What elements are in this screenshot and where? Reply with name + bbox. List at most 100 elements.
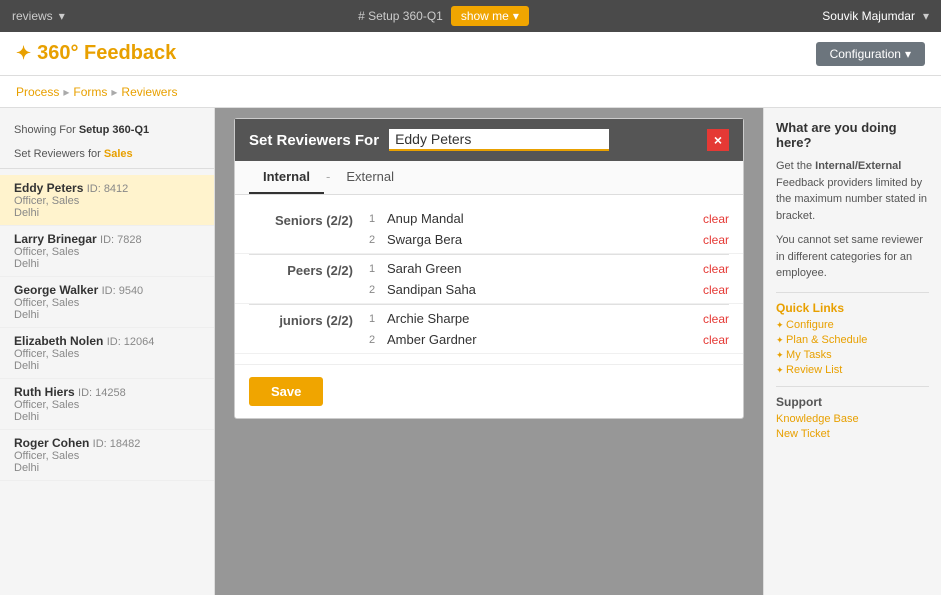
clear-button[interactable]: clear: [703, 212, 729, 226]
reviews-dropdown-icon[interactable]: ▾: [59, 9, 65, 23]
category-name: juniors (2/2): [249, 309, 369, 328]
modal-header-title: Set Reviewers For: [249, 129, 609, 151]
person-name: Elizabeth Nolen ID: 12064: [14, 334, 200, 348]
category-name: Peers (2/2): [249, 259, 369, 278]
employee-name-input[interactable]: [389, 129, 609, 151]
nav-sep-1: ▸: [63, 85, 69, 99]
quick-link[interactable]: Plan & Schedule: [776, 334, 929, 346]
nav-process[interactable]: Process: [16, 85, 59, 99]
entry-name: Amber Gardner: [387, 332, 703, 347]
person-dept: Delhi: [14, 360, 200, 372]
entry-row: 1 Anup Mandal clear: [369, 209, 729, 228]
main-area: Set Reviewers For × Internal - External …: [215, 108, 763, 595]
person-dept: Delhi: [14, 258, 200, 270]
person-name: Larry Brinegar ID: 7828: [14, 232, 200, 246]
reviews-label[interactable]: reviews: [12, 9, 53, 23]
category-row: Seniors (2/2) 1 Anup Mandal clear 2 Swar…: [235, 205, 743, 254]
nav-bar: Process ▸ Forms ▸ Reviewers: [0, 76, 941, 108]
entry-num: 2: [369, 284, 387, 296]
person-role: Officer, Sales: [14, 348, 200, 360]
person-list: Eddy Peters ID: 8412 Officer, Sales Delh…: [0, 175, 214, 481]
tab-external[interactable]: External: [332, 161, 408, 194]
entry-row: 2 Swarga Bera clear: [369, 230, 729, 249]
save-button[interactable]: Save: [249, 377, 323, 406]
quick-link[interactable]: Review List: [776, 364, 929, 376]
entry-row: 2 Amber Gardner clear: [369, 330, 729, 349]
person-role: Officer, Sales: [14, 450, 200, 462]
show-me-dropdown-icon: ▾: [513, 9, 519, 23]
user-dropdown-icon[interactable]: ▾: [923, 9, 929, 23]
main-header: ✦ 360° Feedback Configuration ▾: [0, 32, 941, 76]
quick-links: Configure Plan & Schedule My Tasks Review L…: [776, 319, 929, 376]
modal-close-button[interactable]: ×: [707, 129, 729, 151]
entry-row: 2 Sandipan Saha clear: [369, 280, 729, 299]
clear-button[interactable]: clear: [703, 333, 729, 347]
nav-reviewers[interactable]: Reviewers: [121, 85, 177, 99]
person-role: Officer, Sales: [14, 246, 200, 258]
quick-links-title: Quick Links: [776, 292, 929, 315]
person-name: Eddy Peters ID: 8412: [14, 181, 200, 195]
category-row: Peers (2/2) 1 Sarah Green clear 2 Sandip…: [235, 255, 743, 304]
person-item[interactable]: Roger Cohen ID: 18482 Officer, Sales Del…: [0, 430, 214, 481]
person-name: Ruth Hiers ID: 14258: [14, 385, 200, 399]
category-entries: 1 Sarah Green clear 2 Sandipan Saha clea…: [369, 259, 729, 299]
setup-label: # Setup 360-Q1: [358, 9, 443, 23]
entry-name: Sarah Green: [387, 261, 703, 276]
person-name: George Walker ID: 9540: [14, 283, 200, 297]
app-title: ✦ 360° Feedback: [16, 42, 176, 65]
category-entries: 1 Anup Mandal clear 2 Swarga Bera clear: [369, 209, 729, 249]
support-links: Knowledge Base New Ticket: [776, 413, 929, 440]
category-entries: 1 Archie Sharpe clear 2 Amber Gardner cl…: [369, 309, 729, 349]
person-item[interactable]: George Walker ID: 9540 Officer, Sales De…: [0, 277, 214, 328]
modal-title: Set Reviewers For: [249, 132, 379, 149]
entry-name: Anup Mandal: [387, 211, 703, 226]
help-title: What are you doing here?: [776, 120, 929, 150]
person-item[interactable]: Larry Brinegar ID: 7828 Officer, Sales D…: [0, 226, 214, 277]
modal-tabs: Internal - External: [235, 161, 743, 195]
clear-button[interactable]: clear: [703, 262, 729, 276]
nav-sep-2: ▸: [111, 85, 117, 99]
entry-name: Sandipan Saha: [387, 282, 703, 297]
tab-sep: -: [324, 161, 332, 194]
entry-row: 1 Archie Sharpe clear: [369, 309, 729, 328]
quick-link[interactable]: Configure: [776, 319, 929, 331]
help-text-2: You cannot set same reviewer in differen…: [776, 232, 929, 282]
clear-button[interactable]: clear: [703, 312, 729, 326]
person-item[interactable]: Elizabeth Nolen ID: 12064 Officer, Sales…: [0, 328, 214, 379]
modal-body: Seniors (2/2) 1 Anup Mandal clear 2 Swar…: [235, 195, 743, 364]
set-reviewers-value: Sales: [104, 148, 133, 160]
help-bold: Internal/External: [815, 160, 901, 172]
entry-num: 1: [369, 263, 387, 275]
entry-num: 2: [369, 234, 387, 246]
support-link[interactable]: New Ticket: [776, 428, 929, 440]
person-dept: Delhi: [14, 207, 200, 219]
category-row: juniors (2/2) 1 Archie Sharpe clear 2 Am…: [235, 305, 743, 354]
set-reviewers-for: Set Reviewers for Sales: [0, 144, 214, 169]
quick-link[interactable]: My Tasks: [776, 349, 929, 361]
nav-forms[interactable]: Forms: [73, 85, 107, 99]
person-item[interactable]: Eddy Peters ID: 8412 Officer, Sales Delh…: [0, 175, 214, 226]
entry-name: Swarga Bera: [387, 232, 703, 247]
top-bar: reviews ▾ # Setup 360-Q1 show me ▾ Souvi…: [0, 0, 941, 32]
entry-num: 2: [369, 334, 387, 346]
showing-for-value: Setup 360-Q1: [79, 124, 149, 136]
username-label: Souvik Majumdar: [822, 9, 915, 23]
modal-header: Set Reviewers For ×: [235, 119, 743, 161]
config-dropdown-icon: ▾: [905, 47, 911, 61]
modal-overlay: Set Reviewers For × Internal - External …: [215, 108, 763, 595]
support-link[interactable]: Knowledge Base: [776, 413, 929, 425]
configuration-button[interactable]: Configuration ▾: [816, 42, 925, 66]
clear-button[interactable]: clear: [703, 283, 729, 297]
show-me-button[interactable]: show me ▾: [451, 6, 529, 26]
right-panel: What are you doing here? Get the Interna…: [763, 108, 941, 595]
person-name: Roger Cohen ID: 18482: [14, 436, 200, 450]
tab-internal[interactable]: Internal: [249, 161, 324, 194]
clear-button[interactable]: clear: [703, 233, 729, 247]
content-area: Showing For Setup 360-Q1 Set Reviewers f…: [0, 108, 941, 595]
entry-num: 1: [369, 213, 387, 225]
star-icon: ✦: [16, 43, 31, 64]
person-item[interactable]: Ruth Hiers ID: 14258 Officer, Sales Delh…: [0, 379, 214, 430]
modal: Set Reviewers For × Internal - External …: [234, 118, 744, 419]
person-role: Officer, Sales: [14, 297, 200, 309]
showing-for: Showing For Setup 360-Q1: [0, 118, 214, 142]
